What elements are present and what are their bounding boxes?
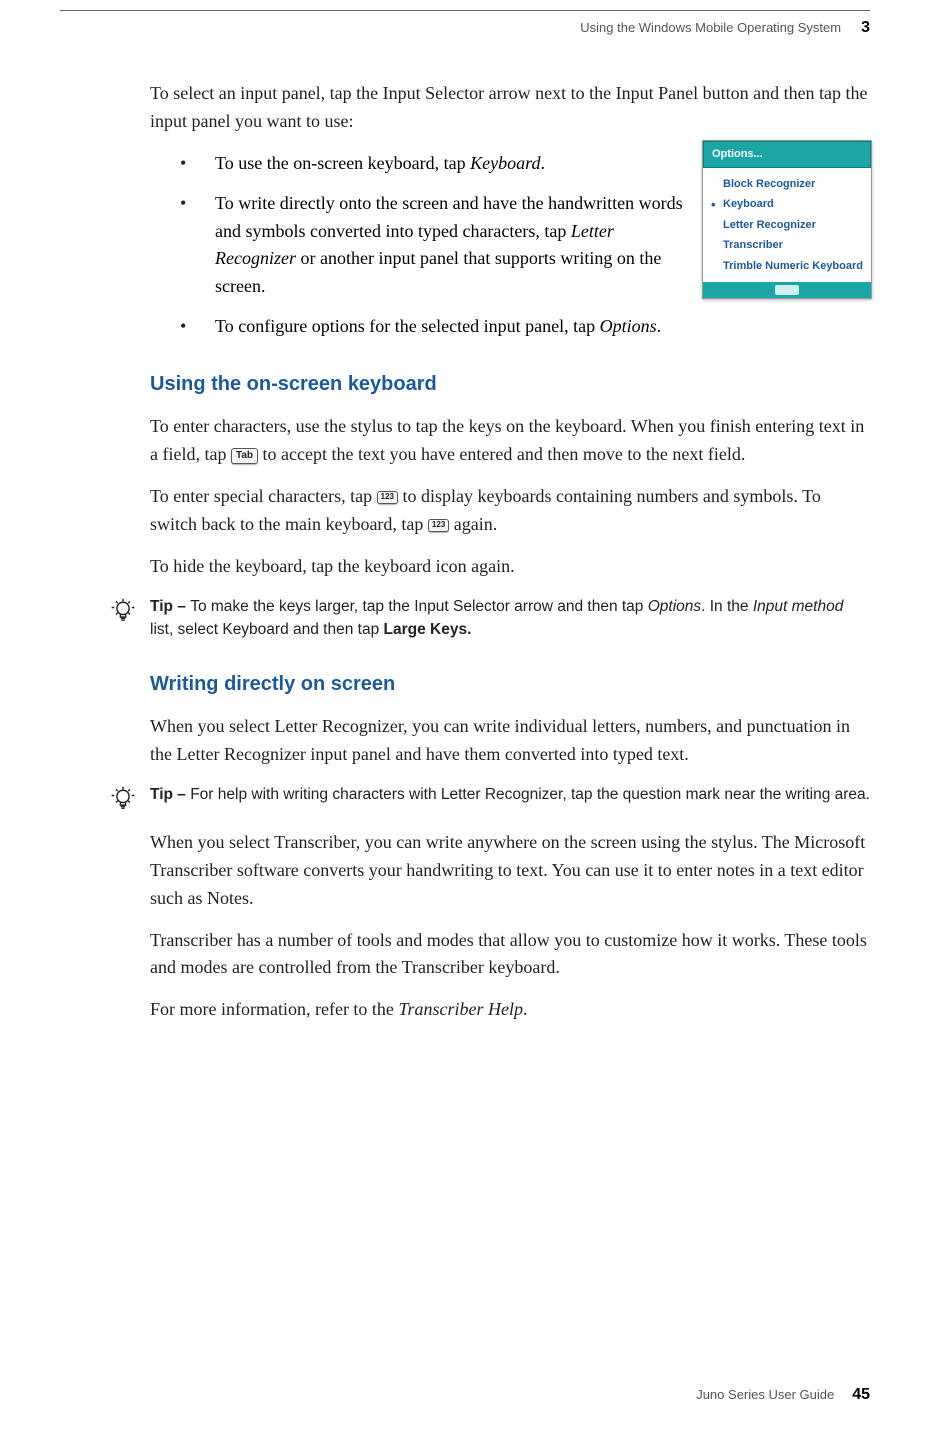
screenshot-menu-item: Block Recognizer bbox=[707, 174, 867, 195]
tip-question-mark: Tip – For help with writing characters w… bbox=[95, 783, 870, 813]
screenshot-bottom-bar bbox=[703, 282, 871, 298]
section-heading-keyboard: Using the on-screen keyboard bbox=[150, 369, 870, 399]
writing-para-4: For more information, refer to the Trans… bbox=[150, 996, 870, 1024]
section-heading-writing: Writing directly on screen bbox=[150, 669, 870, 699]
footer-title: Juno Series User Guide bbox=[696, 1385, 834, 1405]
tip-large-keys: Tip – To make the keys larger, tap the I… bbox=[95, 595, 870, 642]
screenshot-options-header: Options... bbox=[703, 141, 871, 168]
num-key-icon: 123 bbox=[428, 519, 449, 532]
keyboard-para-1: To enter characters, use the stylus to t… bbox=[150, 413, 870, 469]
screenshot-menu-item: Keyboard bbox=[707, 194, 867, 215]
bullet-item-options: To configure options for the selected in… bbox=[180, 313, 870, 341]
keyboard-toggle-icon bbox=[775, 285, 799, 295]
keyboard-para-3: To hide the keyboard, tap the keyboard i… bbox=[150, 553, 870, 581]
page-header: Using the Windows Mobile Operating Syste… bbox=[60, 16, 870, 40]
screenshot-menu-item: Trimble Numeric Keyboard bbox=[707, 256, 867, 277]
writing-para-2: When you select Transcriber, you can wri… bbox=[150, 829, 870, 913]
intro-paragraph: To select an input panel, tap the Input … bbox=[150, 80, 870, 136]
lightbulb-icon bbox=[95, 783, 150, 813]
screenshot-menu-item: Letter Recognizer bbox=[707, 215, 867, 236]
num-key-icon: 123 bbox=[377, 491, 398, 504]
lightbulb-icon bbox=[95, 595, 150, 625]
page-number: 45 bbox=[852, 1383, 870, 1407]
page-footer: Juno Series User Guide 45 bbox=[696, 1383, 870, 1407]
tab-key-icon: Tab bbox=[231, 448, 258, 464]
header-title: Using the Windows Mobile Operating Syste… bbox=[580, 18, 841, 38]
input-panel-screenshot: Options... Block RecognizerKeyboardLette… bbox=[702, 140, 872, 299]
writing-para-1: When you select Letter Recognizer, you c… bbox=[150, 713, 870, 769]
writing-para-3: Transcriber has a number of tools and mo… bbox=[150, 927, 870, 983]
chapter-number: 3 bbox=[861, 16, 870, 40]
keyboard-para-2: To enter special characters, tap 123 to … bbox=[150, 483, 870, 539]
screenshot-menu-item: Transcriber bbox=[707, 235, 867, 256]
